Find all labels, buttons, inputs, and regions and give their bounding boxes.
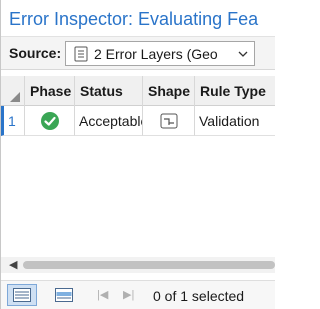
source-label: Source: — [9, 45, 62, 61]
error-inspector-pane: Error Inspector: Evaluating Fea Source: … — [0, 0, 275, 309]
table-all-icon — [13, 288, 31, 302]
table-footer: |◀ ▶| 0 of 1 selected — [1, 280, 275, 309]
show-selected-rows-button[interactable] — [49, 284, 79, 306]
column-header-rule-type[interactable]: Rule Type — [195, 76, 275, 106]
shape-cell[interactable] — [143, 106, 195, 136]
phase-cell[interactable] — [25, 106, 75, 136]
table-selected-icon — [55, 288, 73, 302]
select-all-corner[interactable] — [1, 76, 25, 106]
scrollbar-thumb[interactable] — [23, 261, 275, 269]
show-all-rows-button[interactable] — [7, 284, 37, 306]
table-header-row: Phase Status Shape Rule Type — [1, 76, 275, 106]
first-record-icon[interactable]: |◀ — [97, 288, 108, 302]
column-header-shape[interactable]: Shape — [143, 76, 195, 106]
table-row[interactable]: 1 Acceptable Validation — [1, 106, 275, 136]
source-dropdown[interactable]: 2 Error Layers (Geo — [65, 41, 255, 66]
column-header-status[interactable]: Status — [75, 76, 143, 106]
source-dropdown-value: 2 Error Layers (Geo — [94, 45, 218, 62]
source-toolbar: Source: 2 Error Layers (Geo — [1, 36, 275, 70]
corner-triangle-icon — [10, 92, 20, 102]
status-cell[interactable]: Acceptable — [75, 106, 143, 136]
pane-title: Error Inspector: Evaluating Fea — [9, 9, 259, 29]
polyline-icon — [160, 113, 177, 128]
error-table: Phase Status Shape Rule Type 1 Acceptabl… — [1, 76, 275, 136]
selection-count: 0 of 1 selected — [153, 288, 245, 304]
row-number[interactable]: 1 — [1, 106, 25, 136]
scroll-left-icon[interactable]: ◀ — [9, 259, 17, 271]
check-circle-icon — [40, 111, 59, 130]
horizontal-scrollbar[interactable]: ◀ — [1, 257, 275, 273]
rule-type-cell[interactable]: Validation — [195, 106, 275, 136]
layers-list-icon — [74, 46, 88, 61]
next-record-icon[interactable]: ▶| — [123, 288, 134, 302]
chevron-down-icon — [238, 51, 248, 57]
column-header-phase[interactable]: Phase — [25, 76, 75, 106]
